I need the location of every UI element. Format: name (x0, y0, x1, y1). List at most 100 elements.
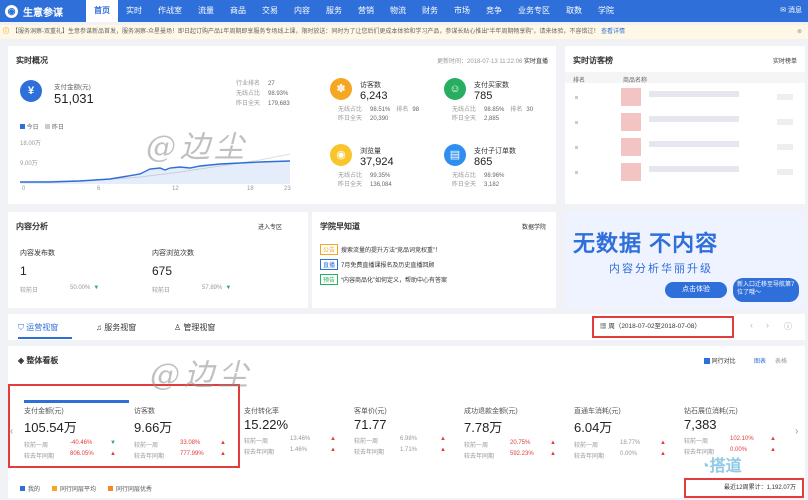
nav-item[interactable]: 作战室 (150, 0, 190, 22)
academy-item[interactable]: 公告 搜索流量的提升方法“竞品词竞权重”！ (320, 244, 441, 255)
nav-item[interactable]: 取数 (558, 0, 590, 22)
col-product: 商品名称 (623, 78, 648, 84)
kpi-compare-row: 较前一周 6.98% ▲ (354, 436, 454, 445)
notice-bar: ⓘ 【服务洞察-双重礼】生意参谋新品首发，服务洞察-众星曼场！即日起订购产品1年… (0, 25, 808, 39)
product-name-blurred[interactable] (649, 91, 739, 97)
update-time-text: 更新时间：2018-07-13 11:22:06 (437, 59, 523, 65)
yuan-icon: ¥ (20, 80, 42, 102)
chevron-left-icon[interactable]: ‹ (750, 320, 753, 330)
nav-item[interactable]: 流量 (190, 0, 222, 22)
site-logo-icon: ◔ (700, 458, 710, 475)
kpi-compare-value: 20.75% (510, 440, 531, 446)
nav-item[interactable]: 交易 (254, 0, 286, 22)
tab-management-view[interactable]: ♙ 管理视窗 (174, 322, 215, 333)
kpi-scroll-right[interactable]: › (795, 426, 798, 437)
side-stat-label: 行业排名 (236, 81, 261, 87)
chevron-right-icon[interactable]: › (766, 320, 769, 330)
academy-tag: 公告 (320, 244, 339, 255)
product-name-blurred[interactable] (649, 116, 739, 122)
product-thumbnail[interactable] (621, 88, 641, 106)
kpi-compare-label: 较前一周 (354, 439, 379, 445)
academy-item[interactable]: 直播 7月免费直播课报名及历史直播回顾 (320, 259, 434, 270)
nav-item[interactable]: 物流 (382, 0, 414, 22)
metric-row: 昨日全天 136,084 (338, 179, 392, 188)
notice-details-link[interactable]: 查看详情 (601, 29, 625, 35)
kpi-card[interactable]: 客单价(元) 71.77 较前一周 6.98% ▲ 较去年同期 1.71% ▲ (350, 402, 458, 466)
ca-stat-value: 675 (152, 264, 173, 278)
banner-headline: 无数据 不内容 (573, 231, 719, 256)
kpi-card[interactable]: 支付转化率 15.22% 较前一周 13.46% ▲ 较去年同期 1.46% ▲ (240, 402, 348, 466)
footprint-icon: ✽ (330, 78, 352, 100)
kpi-compare-row: 较去年同期 0.00% ▲ (574, 451, 674, 460)
content-analysis-card: 内容分析 进入专区 内容发布数 1 较前日 50.00% ▼ 内容浏览次数 675 较前日 57… (8, 212, 308, 308)
metric-value: 37,924 (360, 156, 394, 168)
up-arrow-icon: ▲ (770, 436, 776, 442)
academy-link[interactable]: 数据学院 (522, 222, 546, 231)
product-name-blurred[interactable] (649, 166, 739, 172)
kpi-compare-row: 较去年同期 1.46% ▲ (244, 447, 344, 456)
enter-zone-link[interactable]: 进入专区 (258, 222, 282, 231)
kpi-value: 7,383 (684, 417, 717, 432)
rank-more-link[interactable]: 实时榜单 (773, 56, 797, 65)
metric-label: 浏览量 (360, 148, 381, 155)
kpi-compare-row: 较前一周 20.75% ▲ (464, 440, 564, 449)
legend-today: 今日 (26, 125, 39, 131)
close-icon[interactable]: ⊗ (797, 25, 802, 39)
info-icon[interactable]: ⓘ (784, 321, 792, 332)
product-thumbnail[interactable] (621, 138, 641, 156)
nav-item[interactable]: 营销 (350, 0, 382, 22)
academy-text: 7月免费直播课报名及历史直播回顾 (341, 263, 435, 269)
academy-tag: 预告 (320, 274, 339, 285)
kpi-compare-row: 较前一周 102.10% ▲ (684, 436, 784, 445)
side-stat-label: 无线占比 (236, 91, 261, 97)
kpi-compare-value: 1.46% (290, 447, 308, 453)
kpi-card[interactable]: 成功退款金额(元) 7.78万 较前一周 20.75% ▲ 较去年同期 592.23% ▲ (460, 402, 568, 466)
kpi-label: 直通车消耗(元) (574, 408, 621, 415)
tab-operation-view[interactable]: ⛉ 运营视窗 (18, 322, 58, 333)
nav-item[interactable]: 学院 (590, 0, 622, 22)
col-rank: 排名 (573, 78, 586, 84)
bell-icon: ✉ (780, 7, 788, 14)
nav-item[interactable]: 内容 (286, 0, 318, 22)
nav-item[interactable]: 业务专区 (510, 0, 558, 22)
product-metric-blurred (777, 169, 793, 175)
nav-item[interactable]: 市场 (446, 0, 478, 22)
x-tick: 18 (247, 186, 254, 192)
nav-item[interactable]: 竞争 (478, 0, 510, 22)
product-name-blurred[interactable] (649, 141, 739, 147)
academy-card: 学院早知道 数据学院 公告 搜索流量的提升方法“竞品词竞权重”！ 直播 7月免费直播课… (312, 212, 556, 308)
academy-text: “内容商品化”如何定义，帮助中心有答案 (341, 278, 448, 284)
chart-toggle[interactable]: 图表 (754, 356, 766, 365)
nav-item[interactable]: 首页 (86, 0, 118, 22)
metric-row: 无线占比 98.85% 排名 30 (452, 104, 533, 113)
pay-amount-label: 支付金额(元) (54, 84, 91, 91)
row-label: 昨日全天 (338, 182, 363, 188)
product-thumbnail[interactable] (621, 113, 641, 131)
pct-value: 57.89% (202, 285, 223, 291)
nav-item[interactable]: 服务 (318, 0, 350, 22)
logo-icon: ◉ (5, 4, 18, 18)
product-thumbnail[interactable] (621, 163, 641, 181)
kpi-highlight-box (8, 384, 240, 468)
rank-table-header (565, 72, 805, 83)
product-metric-blurred (777, 119, 793, 125)
kpi-card[interactable]: 直通车消耗(元) 6.04万 较前一周 18.77% ▲ 较去年同期 0.00% ▲ (570, 402, 678, 466)
peer-compare-checkbox[interactable]: 同行对比 (704, 356, 736, 365)
promo-banner[interactable]: 无数据 不内容 内容分析华丽升级 点击体验 新入口迁移至导航第7位了哦～ (565, 212, 805, 308)
nav-item[interactable]: 商品 (222, 0, 254, 22)
tab-service-view[interactable]: ♫ 服务视窗 (96, 322, 136, 333)
down-arrow-icon: ▼ (93, 285, 100, 291)
live-link[interactable]: 实时直播 (524, 59, 548, 65)
academy-item[interactable]: 预告 “内容商品化”如何定义，帮助中心有答案 (320, 274, 447, 285)
table-toggle[interactable]: 表格 (775, 356, 787, 365)
nav-item[interactable]: 财务 (414, 0, 446, 22)
nav-item[interactable]: 实时 (118, 0, 150, 22)
notice-text: 【服务洞察-双重礼】生意参谋新品首发，服务洞察-众星曼场！即日起订购产品1年周期… (12, 29, 600, 35)
banner-cta-button[interactable]: 点击体验 (665, 282, 727, 298)
x-tick: 0 (22, 186, 26, 192)
visitor-rank-card: 实时访客榜 实时榜单 排名 商品名称 (565, 46, 805, 204)
messages-link[interactable]: ✉ 消息 (780, 5, 802, 15)
side-stat: 行业排名 27 (236, 80, 296, 89)
app-logo[interactable]: ◉ 生意参谋 (0, 4, 86, 19)
row-value: 3,182 (484, 182, 500, 188)
